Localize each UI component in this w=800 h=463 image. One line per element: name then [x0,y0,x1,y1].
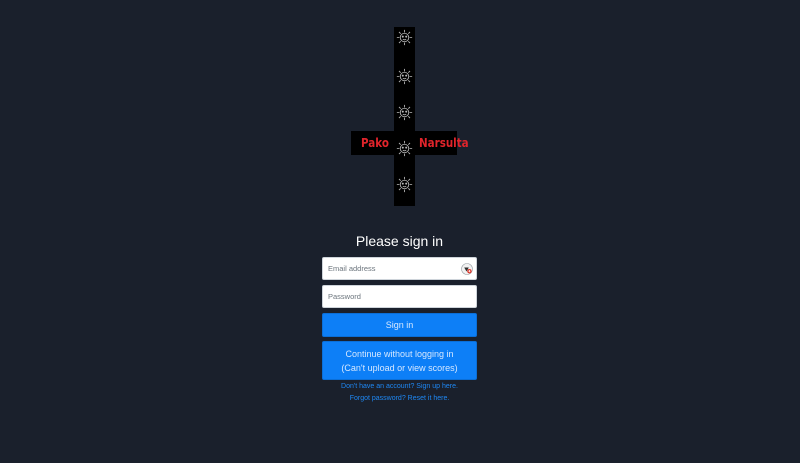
logo-word-left: Pako [361,136,389,150]
sun-face-icon [396,29,413,46]
password-field-wrapper [322,285,477,308]
sun-face-icon [396,176,413,193]
signin-heading: Please sign in [355,233,444,249]
logo: Pako Narsulta [351,27,469,207]
sun-face-icon [396,140,413,157]
signin-form: Please sign in Sign in Continue without … [322,230,477,405]
password-field[interactable] [323,286,476,307]
email-field-wrapper [322,257,477,280]
reset-password-link[interactable]: Forgot password? Reset it here. [322,393,477,405]
sun-face-icon [396,68,413,85]
logo-word-right: Narsulta [419,136,469,150]
sun-face-icon [396,104,413,121]
email-field[interactable] [323,258,476,279]
continue-without-login-note: (Can't upload or view scores) [341,362,458,373]
password-manager-icon[interactable] [461,263,473,275]
login-page: Pako Narsulta Please sign in Sign in Con… [0,0,800,463]
sign-up-link[interactable]: Don't have an account? Sign up here. [322,381,477,393]
continue-without-login-button[interactable]: Continue without logging in (Can't uploa… [322,341,477,380]
sign-in-button-label: Sign in [385,320,414,330]
sign-in-button[interactable]: Sign in [322,313,477,337]
continue-without-login-label: Continue without logging in [345,348,454,359]
